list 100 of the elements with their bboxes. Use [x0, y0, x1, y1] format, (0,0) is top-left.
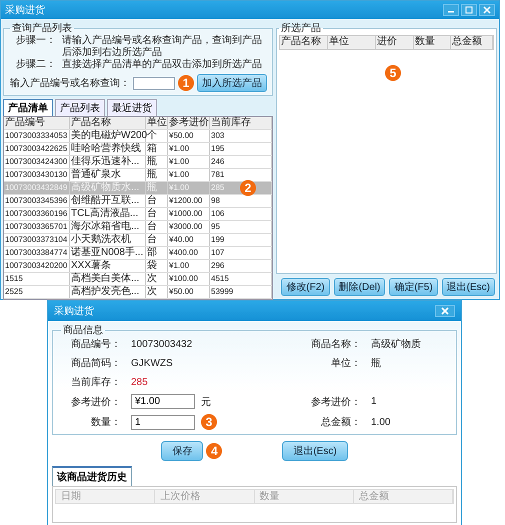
step-marker: 2 [240, 180, 256, 196]
dialog-button[interactable]: 保存 [161, 441, 204, 461]
search-field[interactable] [133, 76, 175, 90]
table-cell: 199 [210, 234, 272, 246]
field-label: 参考进价： [310, 396, 362, 408]
table-cell: 瓶 [146, 169, 168, 181]
column-header[interactable]: 单位 [328, 36, 376, 49]
table-cell: 4515 [210, 273, 272, 285]
table-cell: 高级矿物质水... [70, 182, 146, 194]
dialog-button[interactable]: 退出(Esc) [282, 441, 348, 461]
table-cell: ¥1.00 [168, 143, 210, 155]
action-button[interactable]: 退出(Esc) [442, 278, 495, 296]
table-row[interactable]: 10073003373104 小天鹅洗衣机 台 ¥40.00 199 [4, 234, 272, 247]
table-cell: 2525 [4, 286, 70, 298]
add-button[interactable]: 加入所选产品 [197, 74, 267, 92]
table-cell: 246 [210, 156, 272, 168]
quantity-field[interactable]: 1 [131, 414, 195, 430]
table-cell: 10073003432849 [4, 182, 70, 194]
table-cell: ¥1000.00 [168, 208, 210, 220]
field-value: 285 [131, 376, 149, 388]
table-cell: 海尔冰箱省电... [70, 221, 146, 233]
field-label: 当前库存： [70, 376, 122, 389]
column-header[interactable]: 产品名称 [70, 117, 146, 129]
table-row[interactable]: 10073003345396 创维酷开互联... 台 ¥1200.00 98 [4, 195, 272, 208]
field-label: 参考进价： [70, 396, 122, 408]
step-marker: 3 [201, 414, 217, 430]
table-cell: 佳得乐迅速补... [70, 156, 146, 168]
table-cell: 10073003420200 [4, 260, 70, 272]
column-header[interactable]: 参考进价 [168, 117, 210, 129]
action-button[interactable]: 删除(Del) [334, 278, 386, 296]
step-marker: 5 [385, 65, 401, 81]
close-button[interactable] [435, 305, 455, 317]
step-marker: 4 [206, 443, 222, 459]
table-cell: 10073003422625 [4, 143, 70, 155]
table-cell: 95 [210, 221, 272, 233]
table-cell: 高档美白美体... [70, 273, 146, 285]
column-header[interactable]: 单位 [146, 117, 168, 129]
table-row[interactable]: 10073003422625 哇哈哈营养快线 箱 ¥1.00 195 [4, 143, 272, 156]
table-cell: 箱 [146, 143, 168, 155]
table-cell: 美的电磁炉W200 [70, 130, 146, 142]
table-row[interactable]: 1515 高档美白美体... 次 ¥100.00 4515 [4, 273, 272, 286]
table-cell: 袋 [146, 260, 168, 272]
group-title: 所选产品 [280, 22, 322, 35]
field-label: 商品名称： [310, 338, 362, 351]
table-row[interactable]: 10073003360196 TCL高清液晶... 台 ¥1000.00 106 [4, 208, 272, 221]
price-field[interactable]: ¥1.00 [131, 394, 195, 409]
field-label: 总金额： [320, 416, 362, 429]
table-row[interactable]: 2525 高档护发亮色... 次 ¥50.00 53999 [4, 286, 272, 299]
tab[interactable]: 产品清单 [3, 99, 53, 116]
step-text: 请输入产品编号或名称查询产品，查询到产品后添加到右边所选产品 [62, 35, 263, 58]
step-text: 直接选择产品清单的产品双击添加到所选产品 [62, 59, 263, 71]
window-title: 采购进货 [5, 4, 45, 17]
column-header[interactable]: 进价 [376, 36, 414, 49]
column-header[interactable]: 数量 [414, 36, 451, 49]
field-value: 10073003432 [131, 338, 194, 350]
tab[interactable]: 产品列表 [55, 99, 105, 116]
table-cell: ¥1.00 [168, 182, 210, 194]
action-button[interactable]: 修改(F2) [281, 278, 330, 296]
column-header[interactable]: 产品编号 [4, 117, 70, 129]
table-row[interactable]: 10073003384774 诺基亚N008手... 部 ¥400.00 107 [4, 247, 272, 260]
table-cell: 53999 [210, 286, 272, 298]
tab[interactable]: 最近进货 [107, 99, 157, 116]
table-cell: 10073003430130 [4, 169, 70, 181]
tab[interactable]: 该商品进货历史 [52, 466, 132, 486]
field-value: GJKWZS [131, 358, 174, 368]
step-marker: 1 [178, 75, 194, 91]
table-cell: 107 [210, 247, 272, 259]
table-cell: ¥3000.00 [168, 221, 210, 233]
close-button[interactable] [479, 4, 495, 16]
table-cell: 1515 [4, 273, 70, 285]
field-value: 1 [371, 396, 378, 407]
field-value: 瓶 [371, 357, 382, 370]
field-label: 单位： [330, 356, 362, 370]
table-cell: ¥100.00 [168, 273, 210, 285]
column-header[interactable]: 产品名称 [280, 36, 328, 49]
table-row[interactable]: 10073003365701 海尔冰箱省电... 台 ¥3000.00 95 [4, 221, 272, 234]
table-cell: 次 [146, 273, 168, 285]
search-label: 输入产品编号或名称查询： [10, 76, 130, 90]
close-icon [483, 6, 491, 14]
column-header[interactable]: 总金额 [451, 36, 493, 49]
table-cell: ¥1200.00 [168, 195, 210, 207]
group-title: 查询产品列表 [11, 22, 73, 34]
table-cell: 10073003365701 [4, 221, 70, 233]
table-row[interactable]: 10073003420200 XXX薯条 袋 ¥1.00 296 [4, 260, 272, 273]
action-button[interactable]: 确定(F5) [389, 278, 438, 296]
table-cell: ¥400.00 [168, 247, 210, 259]
table-cell: 创维酷开互联... [70, 195, 146, 207]
table-cell: 10073003345396 [4, 195, 70, 207]
table-cell: 台 [146, 208, 168, 220]
table-cell: 296 [210, 260, 272, 272]
table-row[interactable]: 10073003334053 美的电磁炉W200个 ¥50.00 303 [4, 130, 272, 143]
dialog-title: 采购进货 [54, 304, 94, 318]
table-row[interactable]: 10073003424300 佳得乐迅速补... 瓶 ¥1.00 246 [4, 156, 272, 169]
column-header[interactable]: 当前库存 [210, 117, 272, 129]
maximize-button[interactable] [461, 4, 477, 16]
table-cell: 106 [210, 208, 272, 220]
table-cell: 部 [146, 247, 168, 259]
minimize-button[interactable] [443, 4, 459, 16]
table-cell: 瓶 [146, 182, 168, 194]
step-label: 步骤一： [16, 35, 57, 48]
